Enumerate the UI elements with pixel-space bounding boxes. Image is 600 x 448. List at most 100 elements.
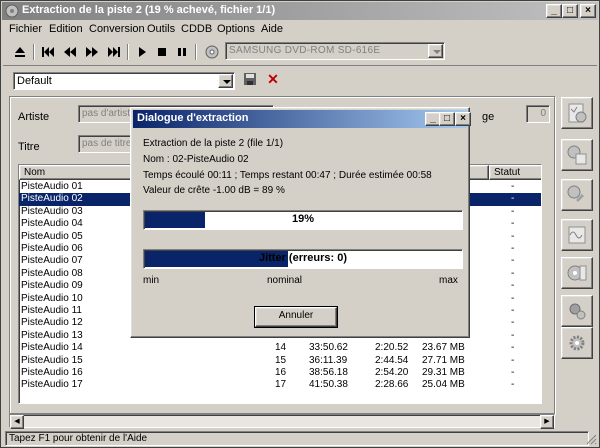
cd-copy-icon[interactable]	[561, 257, 593, 289]
track-duration-cell: 2:44.54	[375, 354, 409, 366]
track-status-cell: -	[511, 205, 515, 217]
jitter-label: Jitter (erreurs: 0)	[258, 252, 348, 264]
play-icon[interactable]	[133, 43, 151, 61]
track-status-cell: -	[511, 305, 515, 316]
scroll-right-icon[interactable]: ▶	[540, 415, 554, 429]
year-field[interactable]: 0	[526, 105, 550, 123]
toolbar-separator	[33, 44, 35, 60]
cd-app-icon	[5, 4, 19, 18]
chevron-down-icon[interactable]	[428, 44, 443, 58]
track-duration-cell: 2:28.66	[375, 379, 409, 391]
year-label: ge	[482, 111, 495, 123]
track-name-cell: PisteAudio 10	[21, 292, 83, 304]
main-titlebar[interactable]: Extraction de la piste 2 (19 % achevé, f…	[2, 2, 598, 20]
track-status-cell: -	[511, 243, 515, 254]
chevron-down-icon[interactable]	[218, 74, 233, 88]
track-name-cell: PisteAudio 02	[21, 193, 83, 205]
last-track-icon[interactable]	[105, 43, 123, 61]
track-status-cell: -	[511, 292, 515, 304]
horizontal-scrollbar[interactable]: ◀ ▶	[9, 414, 555, 429]
dialog-title: Dialogue d'extraction	[137, 112, 249, 124]
track-name-cell: PisteAudio 04	[21, 218, 83, 230]
extract-icon[interactable]	[561, 97, 593, 129]
dialog-maximize-button[interactable]: □	[439, 112, 455, 126]
extract-compress-icon[interactable]	[561, 139, 593, 171]
wave-icon[interactable]	[561, 219, 593, 251]
dialog-close-button[interactable]: ×	[455, 112, 471, 126]
menu-fichier[interactable]: Fichier	[9, 23, 42, 35]
scale-max-label: max	[439, 275, 458, 286]
menu-bar: Fichier Edition Conversion Outils CDDB O…	[3, 21, 597, 39]
profile-bar: Default ✕	[3, 65, 597, 93]
track-name-cell: PisteAudio 12	[21, 317, 83, 329]
extraction-name-text: Nom : 02-PisteAudio 02	[143, 154, 249, 165]
minimize-button[interactable]: _	[546, 4, 562, 18]
track-start-cell: 41:50.38	[309, 379, 348, 391]
track-status-cell: -	[511, 193, 515, 205]
scroll-left-icon[interactable]: ◀	[10, 415, 24, 429]
table-row[interactable]: PisteAudio 17 17 41:50.38 2:28.66 25.04 MB -	[19, 379, 541, 391]
track-status-cell: -	[511, 354, 515, 366]
column-header-status[interactable]: Statut	[489, 165, 541, 180]
track-status-cell: -	[511, 379, 515, 391]
stop-icon[interactable]	[153, 43, 171, 61]
profile-select[interactable]: Default	[13, 72, 235, 90]
track-size-cell: 25.04 MB	[422, 379, 465, 391]
track-duration-cell: 2:54.20	[375, 367, 409, 378]
gear-icon[interactable]	[561, 327, 593, 359]
track-name-cell: PisteAudio 11	[21, 305, 82, 316]
track-status-cell: -	[511, 280, 515, 292]
track-name-cell: PisteAudio 07	[21, 255, 83, 267]
track-number-cell: 15	[275, 354, 287, 366]
menu-outils[interactable]: Outils	[147, 23, 175, 35]
drive-select[interactable]: SAMSUNG DVD-ROM SD-616E	[225, 42, 445, 60]
track-status-cell: -	[511, 342, 515, 354]
track-status-cell: -	[511, 329, 515, 341]
cancel-button[interactable]: Annuler	[254, 306, 338, 328]
status-bar: Tapez F1 pour obtenir de l'Aide	[3, 429, 599, 447]
window-title: Extraction de la piste 2 (19 % achevé, f…	[22, 4, 276, 16]
convert-icon[interactable]	[561, 179, 593, 211]
eject-icon[interactable]	[11, 43, 29, 61]
track-status-cell: -	[511, 218, 515, 230]
track-name-cell: PisteAudio 08	[21, 267, 83, 279]
artist-label: Artiste	[18, 111, 50, 123]
menu-options[interactable]: Options	[217, 23, 255, 35]
fast-forward-icon[interactable]	[83, 43, 101, 61]
scale-min-label: min	[143, 275, 160, 286]
track-name-cell: PisteAudio 09	[21, 280, 83, 292]
track-number-cell: 17	[275, 379, 287, 391]
scale-nominal-label: nominal	[267, 275, 303, 286]
dialog-titlebar[interactable]: Dialogue d'extraction _ □ ×	[133, 110, 471, 128]
table-row[interactable]: PisteAudio 15 15 36:11.39 2:44.54 27.71 MB -	[19, 355, 541, 367]
menu-cddb[interactable]: CDDB	[181, 23, 212, 35]
first-track-icon[interactable]	[39, 43, 57, 61]
track-size-cell: 23.67 MB	[422, 342, 465, 354]
toolbar-separator	[127, 44, 129, 60]
close-button[interactable]: ×	[580, 4, 596, 18]
maximize-button[interactable]: □	[562, 4, 578, 18]
title-field[interactable]: pas de titre	[78, 135, 138, 153]
track-status-cell: -	[511, 181, 515, 192]
toolbar-separator	[195, 44, 197, 60]
menu-aide[interactable]: Aide	[261, 23, 283, 35]
progress-label: 19%	[291, 213, 315, 225]
settings-icon[interactable]	[561, 295, 593, 327]
track-duration-cell: 2:20.52	[375, 342, 409, 354]
track-name-cell: PisteAudio 17	[21, 379, 83, 391]
extraction-dialog: Dialogue d'extraction _ □ × Extraction d…	[130, 107, 471, 338]
profile-select-value: Default	[17, 75, 52, 87]
menu-edition[interactable]: Edition	[49, 23, 83, 35]
resize-grip-icon[interactable]	[585, 433, 597, 445]
status-text: Tapez F1 pour obtenir de l'Aide	[5, 431, 589, 446]
drive-select-value: SAMSUNG DVD-ROM SD-616E	[229, 45, 381, 56]
rewind-icon[interactable]	[61, 43, 79, 61]
menu-conversion[interactable]: Conversion	[89, 23, 145, 35]
delete-icon[interactable]: ✕	[265, 71, 281, 87]
track-status-cell: -	[511, 367, 515, 378]
pause-icon[interactable]	[173, 43, 191, 61]
table-row[interactable]: PisteAudio 14 14 33:50.62 2:20.52 23.67 MB -	[19, 342, 541, 354]
table-row[interactable]: PisteAudio 16 16 38:56.18 2:54.20 29.31 MB -	[19, 367, 541, 379]
save-icon[interactable]	[243, 72, 259, 88]
cd-icon[interactable]	[203, 43, 221, 61]
